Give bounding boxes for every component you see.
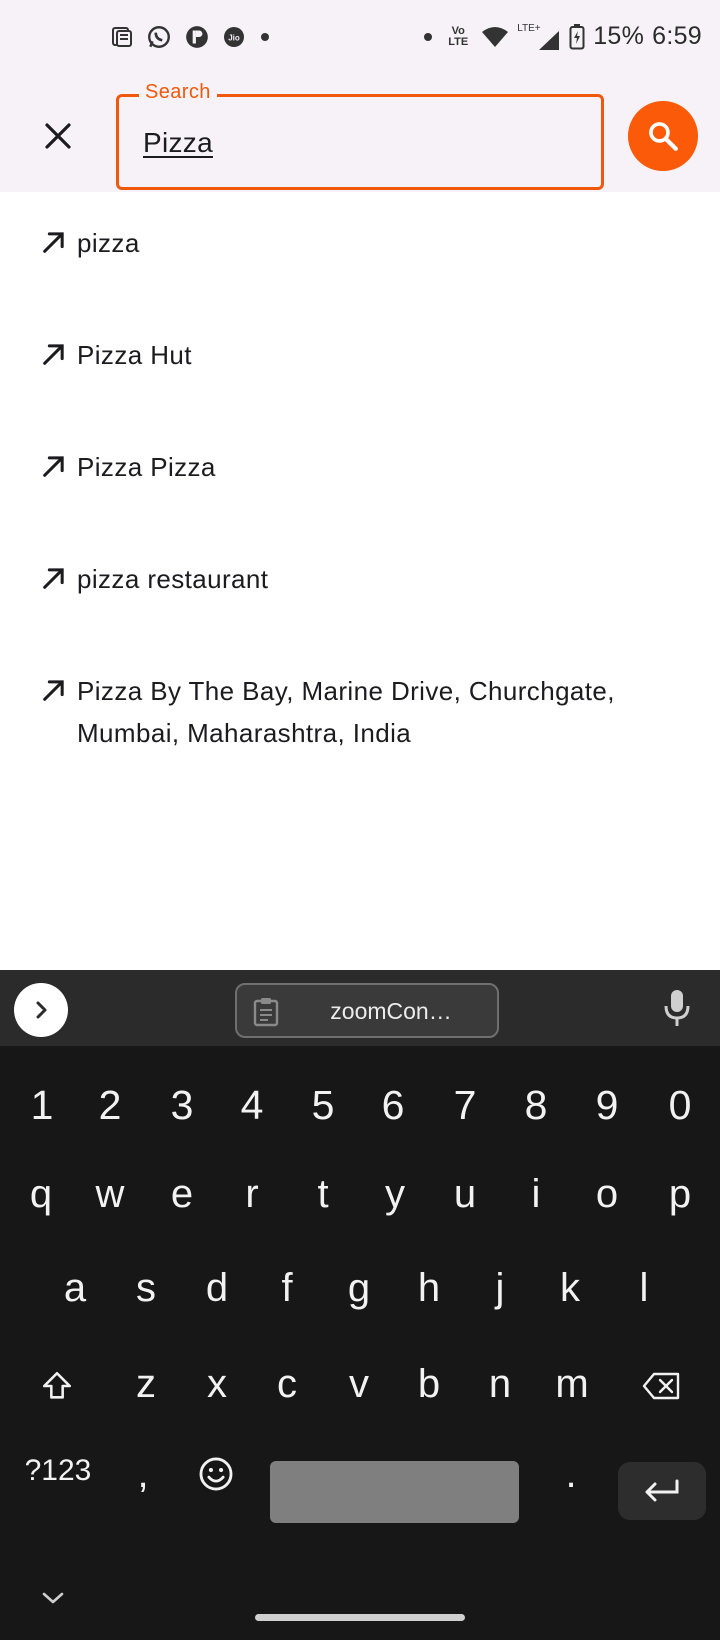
key-0[interactable]: 0	[660, 1082, 700, 1129]
key-t[interactable]: t	[303, 1172, 343, 1217]
key-z[interactable]: z	[126, 1362, 166, 1407]
clock: 6:59	[652, 22, 702, 50]
lte-signal-icon: LTE+	[517, 23, 561, 51]
key-m[interactable]: m	[550, 1362, 594, 1407]
key-d[interactable]: d	[197, 1266, 237, 1311]
enter-key[interactable]	[618, 1462, 706, 1520]
suggestion-item[interactable]: Pizza Hut	[0, 334, 720, 394]
key-s[interactable]: s	[126, 1266, 166, 1311]
suggestion-text: Pizza By The Bay, Marine Drive, Churchga…	[77, 676, 615, 748]
close-button[interactable]	[32, 110, 84, 162]
dot-icon	[421, 30, 435, 44]
key-o[interactable]: o	[587, 1172, 627, 1217]
arrow-up-right-icon	[43, 232, 64, 253]
key-5[interactable]: 5	[303, 1082, 343, 1129]
key-7[interactable]: 7	[445, 1082, 485, 1129]
chevron-right-icon	[36, 1001, 47, 1019]
keyboard: zoomCon… 1 2 3 4 5 6 7 8 9 0 q w e r t y…	[0, 970, 720, 1640]
key-3[interactable]: 3	[162, 1082, 202, 1129]
key-k[interactable]: k	[550, 1266, 590, 1311]
emoji-icon	[199, 1457, 233, 1491]
arrow-up-right-icon	[43, 344, 64, 365]
home-indicator[interactable]	[255, 1614, 465, 1621]
clipboard-suggestion[interactable]: zoomCon…	[235, 983, 499, 1038]
system-icons: Vo LTE LTE+ 15% 6:59	[421, 22, 702, 51]
suggestion-item[interactable]: pizza	[0, 222, 720, 282]
mic-icon	[664, 990, 690, 1026]
arrow-up-right-icon	[43, 568, 64, 589]
dot-icon	[258, 30, 272, 44]
shift-key[interactable]	[36, 1362, 78, 1410]
backspace-icon	[642, 1372, 680, 1400]
key-1[interactable]: 1	[22, 1082, 62, 1129]
space-key[interactable]	[270, 1461, 519, 1523]
whatsapp-icon	[146, 24, 172, 50]
search-header: Search Pizza	[0, 80, 720, 192]
battery-charging-icon	[569, 23, 585, 50]
search-input-value[interactable]: Pizza	[143, 127, 213, 159]
status-bar: Jio Vo LTE LTE+ 15% 6:59	[0, 0, 720, 80]
key-q[interactable]: q	[20, 1172, 62, 1217]
key-l[interactable]: l	[624, 1266, 664, 1311]
search-label: Search	[139, 81, 217, 104]
key-v[interactable]: v	[339, 1362, 379, 1407]
close-icon	[45, 123, 71, 149]
chevron-down-icon	[42, 1592, 64, 1604]
suggestion-item[interactable]: Pizza By The Bay, Marine Drive, Churchga…	[0, 670, 720, 760]
suggestion-text: Pizza Pizza	[77, 452, 216, 482]
jio-icon: Jio	[222, 25, 246, 49]
key-u[interactable]: u	[445, 1172, 485, 1217]
key-a[interactable]: a	[55, 1266, 95, 1311]
key-c[interactable]: c	[267, 1362, 307, 1407]
volte-icon: Vo LTE	[448, 24, 469, 48]
mic-button[interactable]	[662, 988, 692, 1033]
keyboard-collapse-button[interactable]	[40, 1590, 66, 1611]
enter-icon	[645, 1479, 679, 1502]
emoji-key[interactable]	[192, 1450, 240, 1498]
search-button[interactable]	[628, 101, 698, 171]
key-i[interactable]: i	[516, 1172, 556, 1217]
shift-icon	[42, 1371, 72, 1399]
key-e[interactable]: e	[162, 1172, 202, 1217]
notification-icons: Jio	[110, 24, 272, 50]
suggestion-text: Pizza Hut	[77, 340, 192, 370]
search-input[interactable]: Search Pizza	[116, 81, 604, 190]
suggestion-item[interactable]: pizza restaurant	[0, 558, 720, 618]
key-y[interactable]: y	[375, 1172, 415, 1217]
backspace-key[interactable]	[640, 1362, 684, 1410]
svg-text:Jio: Jio	[228, 34, 240, 43]
keyboard-toolbar: zoomCon…	[0, 970, 720, 1046]
key-2[interactable]: 2	[90, 1082, 130, 1129]
key-4[interactable]: 4	[232, 1082, 272, 1129]
arrow-up-right-icon	[43, 456, 64, 477]
wifi-icon	[481, 25, 509, 49]
key-x[interactable]: x	[197, 1362, 237, 1407]
suggestion-text: pizza	[77, 228, 140, 258]
key-comma[interactable]: ,	[128, 1452, 158, 1497]
key-j[interactable]: j	[480, 1266, 520, 1311]
key-f[interactable]: f	[267, 1266, 307, 1311]
symbols-key[interactable]: ?123	[20, 1454, 96, 1488]
key-w[interactable]: w	[88, 1172, 132, 1217]
key-h[interactable]: h	[409, 1266, 449, 1311]
key-p[interactable]: p	[660, 1172, 700, 1217]
key-g[interactable]: g	[339, 1266, 379, 1311]
suggestion-item[interactable]: Pizza Pizza	[0, 446, 720, 506]
key-r[interactable]: r	[232, 1172, 272, 1217]
app-icon	[184, 24, 210, 50]
key-n[interactable]: n	[480, 1362, 520, 1407]
key-6[interactable]: 6	[373, 1082, 413, 1129]
key-period[interactable]: .	[556, 1452, 586, 1497]
battery-percent: 15%	[593, 22, 645, 50]
suggestion-text: pizza restaurant	[77, 564, 269, 594]
key-8[interactable]: 8	[516, 1082, 556, 1129]
news-icon	[110, 25, 134, 49]
key-9[interactable]: 9	[587, 1082, 627, 1129]
clipboard-icon	[253, 998, 279, 1027]
expand-toolbar-button[interactable]	[14, 983, 68, 1037]
clipboard-text: zoomCon…	[330, 998, 452, 1024]
search-icon	[649, 122, 678, 151]
key-b[interactable]: b	[409, 1362, 449, 1407]
arrow-up-right-icon	[43, 680, 64, 701]
